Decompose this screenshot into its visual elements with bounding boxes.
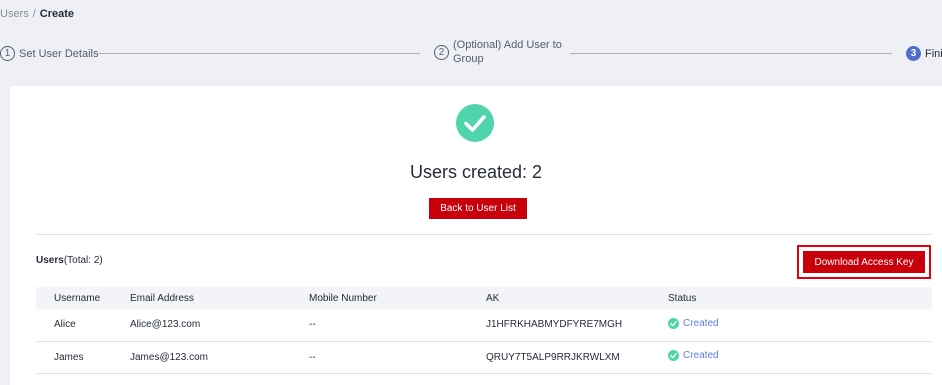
users-total-count: (Total: 2) xyxy=(63,255,103,266)
status-badge: Created xyxy=(668,317,719,329)
status-text: Created xyxy=(683,317,719,329)
cell-mobile: -- xyxy=(291,309,468,342)
cell-mobile: -- xyxy=(291,341,468,374)
column-header-ak: AK xyxy=(468,287,650,309)
cell-status: Created xyxy=(650,309,932,342)
check-circle-icon xyxy=(668,350,679,361)
step-finish: 3 Finish xyxy=(906,46,942,61)
table-row: Alice Alice@123.com -- J1HFRKHABMYDFYRE7… xyxy=(36,309,932,342)
cell-status: Created xyxy=(650,341,932,374)
divider xyxy=(36,234,932,235)
status-badge: Created xyxy=(668,350,719,361)
download-highlight-frame: Download Access Key xyxy=(797,245,931,279)
column-header-mobile: Mobile Number xyxy=(291,287,468,309)
step-label: Finish xyxy=(925,47,942,60)
cell-ak: QRUY7T5ALP9RRJKRWLXM xyxy=(468,341,650,374)
step-add-user-to-group: 2 (Optional) Add User to Group xyxy=(434,38,562,66)
check-circle-icon xyxy=(456,104,494,142)
step-connector xyxy=(570,53,892,54)
step-set-user-details: 1 Set User Details xyxy=(0,46,98,61)
cell-username: Alice xyxy=(36,309,112,342)
result-title: Users created: 2 xyxy=(409,162,543,182)
step-connector xyxy=(98,53,420,54)
cell-email: James@123.com xyxy=(112,341,291,374)
cell-ak: J1HFRKHABMYDFYRE7MGH xyxy=(468,309,650,342)
cell-username: James xyxy=(36,341,112,374)
step-number: 3 xyxy=(906,46,921,61)
users-total-label: Users(Total: 2) xyxy=(36,255,103,266)
progress-stepper: 1 Set User Details 2 (Optional) Add User… xyxy=(0,36,942,76)
check-circle-icon xyxy=(668,317,679,329)
breadcrumb-current: Create xyxy=(39,8,75,20)
result-panel: Users created: 2 Back to User List Users… xyxy=(10,86,942,385)
step-label-line: Group xyxy=(453,53,484,65)
back-to-user-list-button[interactable]: Back to User List xyxy=(429,198,527,219)
step-number: 1 xyxy=(0,46,15,61)
users-label: Users xyxy=(36,255,64,266)
step-number: 2 xyxy=(434,44,449,60)
column-header-email: Email Address xyxy=(112,287,291,309)
cell-email: Alice@123.com xyxy=(112,309,291,342)
table-header-row: Username Email Address Mobile Number AK … xyxy=(36,287,932,309)
breadcrumb-separator: / xyxy=(32,8,36,20)
users-table: Username Email Address Mobile Number AK … xyxy=(36,287,932,374)
breadcrumb: Users / Create xyxy=(0,8,74,20)
column-header-username: Username xyxy=(36,287,112,309)
step-label: Set User Details xyxy=(19,47,99,60)
step-label-line: (Optional) Add User to xyxy=(453,39,562,51)
table-row: James James@123.com -- QRUY7T5ALP9RRJKRW… xyxy=(36,341,932,374)
download-access-key-button[interactable]: Download Access Key xyxy=(803,251,925,273)
column-header-status: Status xyxy=(650,287,932,309)
status-text: Created xyxy=(683,350,719,361)
step-label: (Optional) Add User to Group xyxy=(453,38,562,66)
breadcrumb-users-link[interactable]: Users xyxy=(0,8,29,20)
